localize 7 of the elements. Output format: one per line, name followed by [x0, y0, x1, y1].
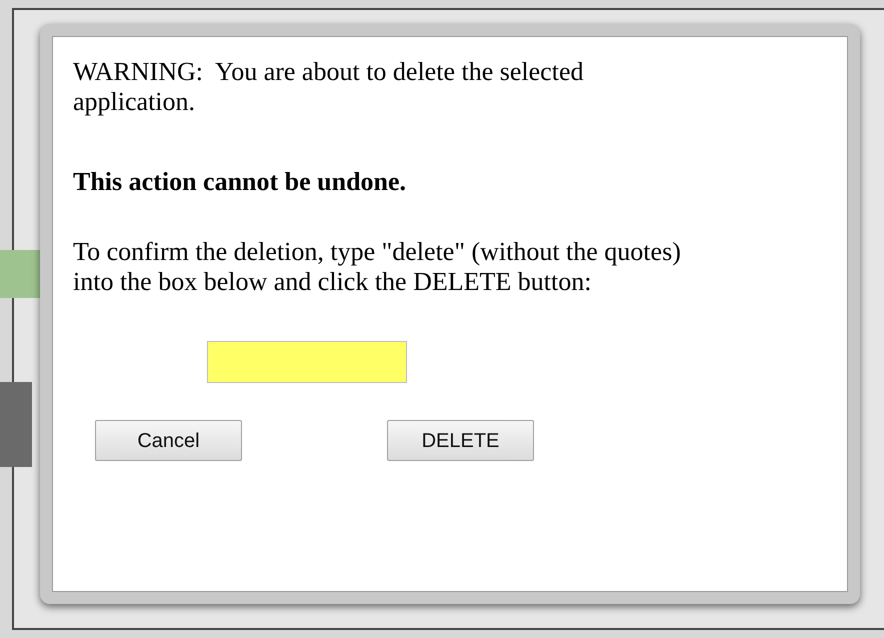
delete-button[interactable]: DELETE [387, 420, 534, 461]
cancel-button[interactable]: Cancel [95, 420, 242, 461]
confirm-field[interactable] [207, 341, 407, 383]
highlighted-row-strip [0, 250, 40, 298]
undo-warning: This action cannot be undone. [73, 167, 408, 197]
instructions-text: To confirm the deletion, type "delete" (without the quotes) into the box below and click the DELETE button: [73, 237, 682, 297]
warning-text: WARNING: You are about to delete the selected application. [73, 57, 584, 117]
